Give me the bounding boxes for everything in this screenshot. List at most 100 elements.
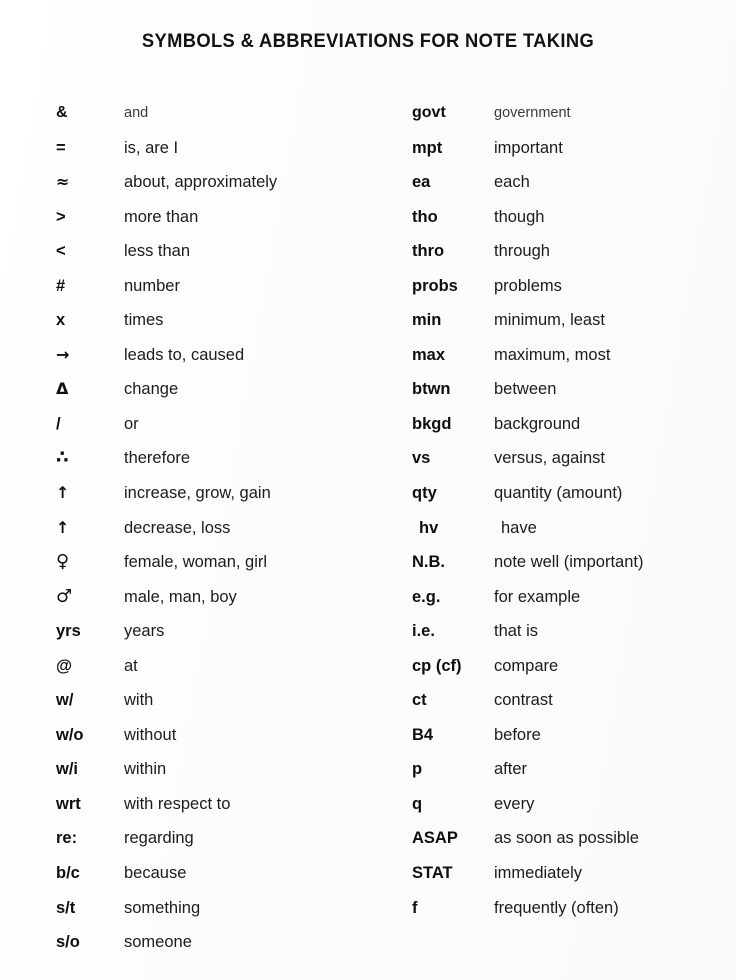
symbol-cell: tho xyxy=(412,207,438,226)
symbol-cell: s/t xyxy=(56,898,76,917)
abbreviation-row: x times xyxy=(56,310,386,345)
meaning-cell: that is xyxy=(494,622,539,641)
abbreviation-row: e.g. for example xyxy=(412,587,732,622)
meaning-cell: problems xyxy=(494,276,562,295)
abbreviation-row: min minimum, least xyxy=(412,310,732,345)
symbol-cell: e.g. xyxy=(412,587,441,606)
abbreviation-row: b/c because xyxy=(56,863,386,898)
meaning-cell: for example xyxy=(494,587,581,606)
meaning-cell: male, man, boy xyxy=(124,587,237,606)
symbol-cell: q xyxy=(412,794,423,813)
symbol-cell: ea xyxy=(412,173,431,192)
symbol-cell: re: xyxy=(56,829,78,848)
meaning-cell: less than xyxy=(124,242,191,261)
meaning-cell: quantity (amount) xyxy=(494,484,623,503)
symbol-cell: govt xyxy=(412,104,446,121)
symbol-cell: w/i xyxy=(56,760,79,779)
meaning-cell: leads to, caused xyxy=(124,345,245,364)
abbreviation-row: yrs years xyxy=(56,621,386,656)
abbreviation-row: f frequently (often) xyxy=(412,898,732,933)
symbol-cell: btwn xyxy=(412,380,451,399)
meaning-cell: without xyxy=(124,725,177,744)
symbol-cell: max xyxy=(412,345,446,364)
abbreviation-row: s/t something xyxy=(56,898,386,933)
meaning-cell: before xyxy=(494,725,541,744)
symbol-cell: yrs xyxy=(56,622,81,641)
abbreviation-row: vs versus, against xyxy=(412,448,732,483)
meaning-cell: note well (important) xyxy=(494,553,644,572)
abbreviation-row: @ at xyxy=(56,656,386,691)
symbol-cell: mpt xyxy=(412,138,443,157)
symbol-cell: STAT xyxy=(412,864,453,883)
abbreviation-row: Δchange xyxy=(56,379,386,414)
symbol-cell: thro xyxy=(412,242,445,261)
symbol-cell: N.B. xyxy=(412,553,445,572)
meaning-cell: someone xyxy=(124,933,192,952)
meaning-cell: each xyxy=(494,173,530,192)
meaning-cell: have xyxy=(501,518,537,537)
symbol-cell: ASAP xyxy=(412,829,458,848)
abbreviation-row: max maximum, most xyxy=(412,345,732,380)
symbol-cell: ♂ xyxy=(56,585,73,607)
symbol-cell: ≈ xyxy=(56,172,70,192)
symbol-cell: s/o xyxy=(56,933,80,952)
abbreviation-row: p after xyxy=(412,759,732,794)
meaning-cell: change xyxy=(124,380,179,399)
meaning-cell: maximum, most xyxy=(494,345,611,364)
symbol-cell: ↑ xyxy=(56,483,70,503)
abbreviation-row: ♀ female, woman, girl xyxy=(56,552,386,587)
symbol-cell: x xyxy=(56,311,66,330)
abbreviation-table: & and = is, are I ≈ about, approximately > more… xyxy=(0,103,736,963)
abbreviation-row: wrt with respect to xyxy=(56,794,386,829)
meaning-cell: important xyxy=(494,138,563,157)
abbreviation-row: ↑ decrease, loss xyxy=(56,518,386,553)
meaning-cell: minimum, least xyxy=(494,311,605,330)
meaning-cell: number xyxy=(124,276,180,295)
meaning-cell: after xyxy=(494,760,528,779)
abbreviation-row: < less than xyxy=(56,241,386,276)
meaning-cell: at xyxy=(124,656,138,675)
symbol-cell: > xyxy=(56,207,66,226)
abbreviation-row: govt government xyxy=(412,103,732,138)
page-title: SYMBOLS & ABBREVIATIONS FOR NOTE TAKING xyxy=(141,30,595,52)
meaning-cell: versus, against xyxy=(494,449,605,468)
abbreviation-row: > more than xyxy=(56,207,386,242)
symbol-cell: < xyxy=(56,242,66,261)
symbol-cell: ♀ xyxy=(56,551,70,573)
symbol-cell: B4 xyxy=(412,725,434,744)
abbreviation-row: / or xyxy=(56,414,386,449)
symbol-cell: @ xyxy=(56,656,73,675)
abbreviation-row: re: regarding xyxy=(56,828,386,863)
meaning-cell: female, woman, girl xyxy=(124,553,268,572)
meaning-cell: background xyxy=(494,414,581,433)
symbol-cell: f xyxy=(412,898,418,917)
abbreviation-row: probs problems xyxy=(412,276,732,311)
symbol-cell: b/c xyxy=(56,864,80,883)
abbreviation-row: B4 before xyxy=(412,725,732,760)
symbol-cell: / xyxy=(56,414,61,433)
symbol-cell: Δ xyxy=(56,379,69,399)
meaning-cell: regarding xyxy=(124,829,194,848)
meaning-cell: more than xyxy=(124,207,199,226)
meaning-cell: about, approximately xyxy=(124,173,278,192)
abbreviation-row: tho though xyxy=(412,207,732,242)
meaning-cell: something xyxy=(124,898,201,917)
abbreviation-row: mpt important xyxy=(412,138,732,173)
abbreviation-row: bkgd background xyxy=(412,414,732,449)
meaning-cell: is, are I xyxy=(124,138,179,157)
abbreviation-row: = is, are I xyxy=(56,138,386,173)
abbreviation-row: ASAP as soon as possible xyxy=(412,828,732,863)
symbol-cell: & xyxy=(56,104,68,121)
symbol-cell: probs xyxy=(412,276,458,295)
symbol-cell: ∴ xyxy=(56,447,69,469)
symbol-cell: w/ xyxy=(56,691,74,710)
meaning-cell: contrast xyxy=(494,691,553,710)
abbreviation-row: # number xyxy=(56,276,386,311)
meaning-cell: because xyxy=(124,864,187,883)
abbreviation-row: q every xyxy=(412,794,732,829)
symbol-cell: vs xyxy=(412,449,431,468)
abbreviation-row: & and xyxy=(56,103,386,138)
meaning-cell: with xyxy=(124,691,154,710)
meaning-cell: years xyxy=(124,622,165,641)
abbreviation-row: ♂ male, man, boy xyxy=(56,585,386,622)
